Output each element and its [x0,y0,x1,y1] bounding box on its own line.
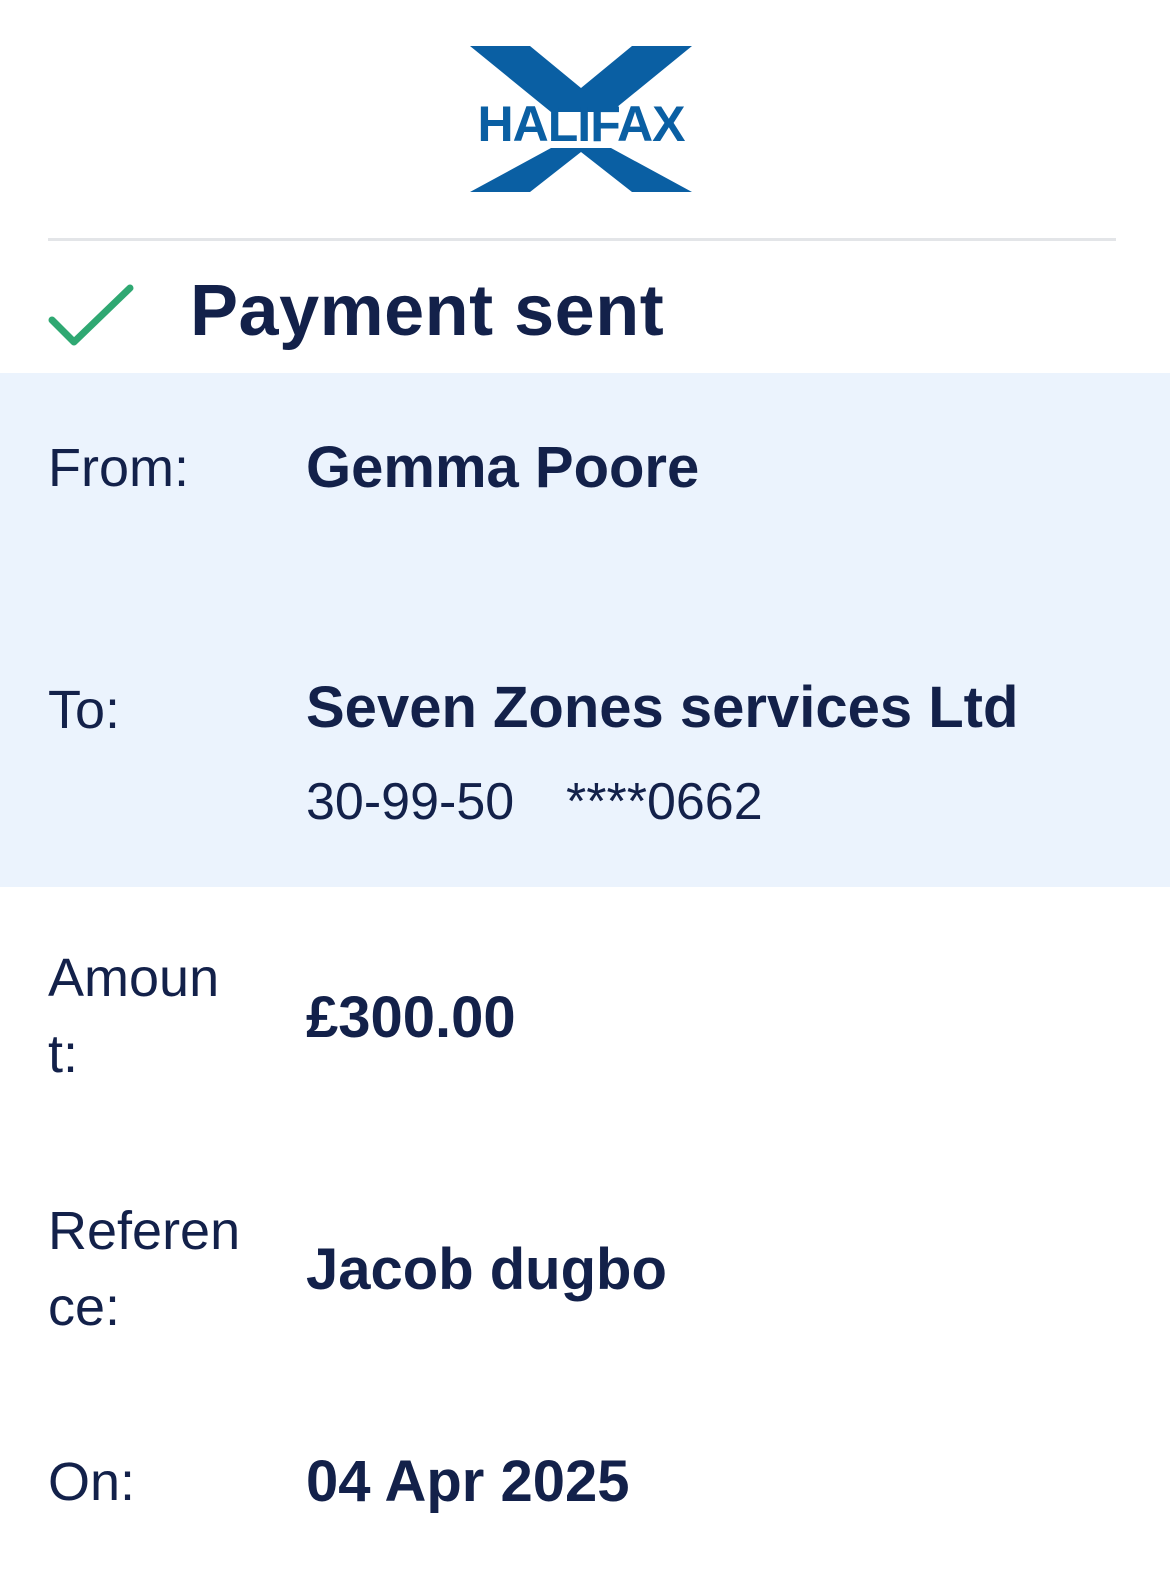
from-value: Gemma Poore [306,435,700,500]
reference-label: Reference: [48,1201,241,1337]
amount-label: Amount: [48,948,220,1084]
account-number: ****0662 [566,773,763,831]
header-divider [48,238,1116,241]
to-label: To: [48,680,121,740]
to-value: Seven Zones services Ltd [306,675,1019,740]
amount-value: £300.00 [306,985,516,1050]
check-icon [48,284,134,345]
from-label: From: [48,438,189,498]
status-row: Payment sent [48,262,664,367]
page-title: Payment sent [190,271,665,351]
sort-code: 30-99-50 [306,773,515,831]
halifax-logo: HALIFAX [470,46,692,192]
date-label: On: [48,1452,136,1512]
date-value: 04 Apr 2025 [306,1449,630,1514]
reference-value: Jacob dugbo [306,1237,667,1302]
svg-text:HALIFAX: HALIFAX [478,96,686,152]
